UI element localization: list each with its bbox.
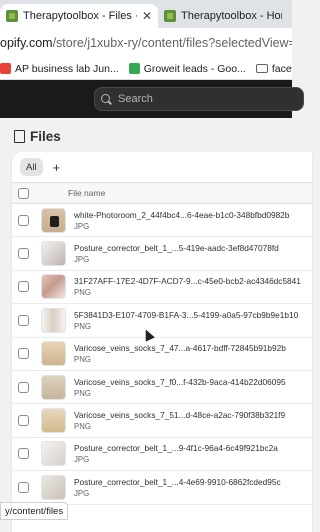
bookmark-groweit-leads[interactable]: Groweit leads - Goo... xyxy=(128,62,246,75)
row-checkbox[interactable] xyxy=(18,415,29,427)
file-name[interactable]: Posture_corrector_belt_1_...9-4f1c-96a4-… xyxy=(74,443,278,453)
file-thumbnail[interactable] xyxy=(41,207,66,233)
shopify-icon xyxy=(6,10,18,22)
select-all-checkbox[interactable] xyxy=(18,187,29,199)
tab-all[interactable]: All xyxy=(20,158,43,176)
row-checkbox[interactable] xyxy=(18,348,29,360)
tab-title: Therapytoolbox - Home xyxy=(181,10,282,22)
tab-files[interactable]: Therapytoolbox - Files · S ✕ xyxy=(0,4,158,28)
table-row[interactable]: Varicose_veins_socks_7_47...a-4617-bdff-… xyxy=(12,338,312,371)
file-type: JPG xyxy=(74,221,90,231)
file-thumbnail[interactable] xyxy=(41,408,66,434)
url-path: /store/j1xubx-ry/content/files?selectedV… xyxy=(52,36,292,50)
file-type: JPG xyxy=(74,455,90,465)
file-name[interactable]: 31F27AFF-17E2-4D7F-ACD7-9...c-45e0-bcb2-… xyxy=(74,276,301,286)
file-thumbnail[interactable] xyxy=(41,341,66,367)
row-checkbox[interactable] xyxy=(18,214,29,226)
address-bar[interactable]: opify.com/store/j1xubx-ry/content/files?… xyxy=(0,28,292,58)
table-row[interactable]: Posture_corrector_belt_1_...9-4f1c-96a4-… xyxy=(12,438,312,472)
file-name[interactable]: Varicose_veins_socks_7_51...d-48ce-a2ac-… xyxy=(74,410,285,420)
table-row[interactable]: white-Photoroom_2_44f4bc4...6-4eae-b1c0-… xyxy=(12,204,312,238)
table-row[interactable]: 5F3841D3-E107-4709-B1FA-3...5-4199-a0a5-… xyxy=(12,304,312,338)
tab-title: Therapytoolbox - Files · S xyxy=(23,10,137,22)
row-checkbox[interactable] xyxy=(18,248,29,260)
file-type: JPG xyxy=(74,488,90,498)
file-type: PNG xyxy=(74,321,91,331)
row-checkbox[interactable] xyxy=(18,314,29,326)
file-thumbnail[interactable] xyxy=(41,307,66,333)
file-name[interactable]: Varicose_veins_socks_7_f0...f-432b-9aca-… xyxy=(74,377,286,387)
file-name[interactable]: 5F3841D3-E107-4709-B1FA-3...5-4199-a0a5-… xyxy=(74,310,298,320)
row-checkbox[interactable] xyxy=(18,448,29,460)
file-icon xyxy=(14,130,25,143)
shopify-icon xyxy=(164,10,176,22)
file-type: PNG xyxy=(74,288,91,298)
search-placeholder: Search xyxy=(118,93,153,105)
file-thumbnail[interactable] xyxy=(41,274,66,300)
bookmarks-bar: AP business lab Jun... Groweit leads - G… xyxy=(0,58,292,80)
folder-icon xyxy=(255,64,268,73)
file-name[interactable]: Varicose_veins_socks_7_47...a-4617-bdff-… xyxy=(74,343,286,353)
file-type: PNG xyxy=(74,355,91,365)
search-icon xyxy=(101,93,112,105)
file-type: JPG xyxy=(74,255,90,265)
bookmark-label: Groweit leads - Goo... xyxy=(143,62,246,75)
bookmark-facebook[interactable]: facebook xyxy=(255,62,292,75)
url-host: opify.com xyxy=(0,36,53,50)
sheets-icon xyxy=(128,63,140,74)
file-thumbnail[interactable] xyxy=(41,374,66,400)
table-row[interactable]: Posture_corrector_belt_1_...4-4e69-9910-… xyxy=(12,471,312,505)
file-thumbnail[interactable] xyxy=(41,474,66,500)
bookmark-ap-business-lab[interactable]: AP business lab Jun... xyxy=(0,63,119,75)
file-type: PNG xyxy=(74,422,91,432)
table-row[interactable]: Posture_corrector_belt_1_...5-419e-aadc-… xyxy=(12,237,312,271)
file-name[interactable]: Posture_corrector_belt_1_...4-4e69-9910-… xyxy=(74,477,281,487)
row-checkbox[interactable] xyxy=(18,281,29,293)
table-row[interactable]: Varicose_veins_socks_7_f0...f-432b-9aca-… xyxy=(12,371,312,405)
files-card: All + File name white-Photoroom_2_44f4bc… xyxy=(12,152,312,532)
browser-tab-bar: Therapytoolbox - Files · S ✕ Therapytool… xyxy=(0,0,292,28)
file-name[interactable]: Posture_corrector_belt_1_...5-419e-aadc-… xyxy=(74,243,279,253)
add-view-button[interactable]: + xyxy=(53,160,61,175)
grid-icon xyxy=(0,63,11,74)
bookmark-label: AP business lab Jun... xyxy=(15,62,119,75)
page-title: Files xyxy=(30,128,61,144)
file-thumbnail[interactable] xyxy=(41,441,66,467)
admin-top-bar: Search xyxy=(0,80,304,118)
link-status-bar: y/content/files xyxy=(0,502,69,520)
file-thumbnail[interactable] xyxy=(41,241,66,267)
close-icon[interactable]: ✕ xyxy=(142,9,152,23)
tab-home[interactable]: Therapytoolbox - Home xyxy=(158,4,288,28)
row-checkbox[interactable] xyxy=(18,381,29,393)
table-header: File name xyxy=(12,182,312,204)
search-input[interactable]: Search xyxy=(94,87,304,111)
table-row[interactable]: 31F27AFF-17E2-4D7F-ACD7-9...c-45e0-bcb2-… xyxy=(12,271,312,305)
row-checkbox[interactable] xyxy=(18,481,29,493)
file-name[interactable]: white-Photoroom_2_44f4bc4...6-4eae-b1c0-… xyxy=(74,210,289,220)
table-row[interactable]: Varicose_veins_socks_7_51...d-48ce-a2ac-… xyxy=(12,404,312,438)
page-header: Files xyxy=(14,126,61,146)
file-type: PNG xyxy=(74,388,91,398)
column-file-name[interactable]: File name xyxy=(68,188,105,198)
bookmark-label: facebook xyxy=(271,62,292,75)
view-tabs: All + xyxy=(12,152,312,182)
